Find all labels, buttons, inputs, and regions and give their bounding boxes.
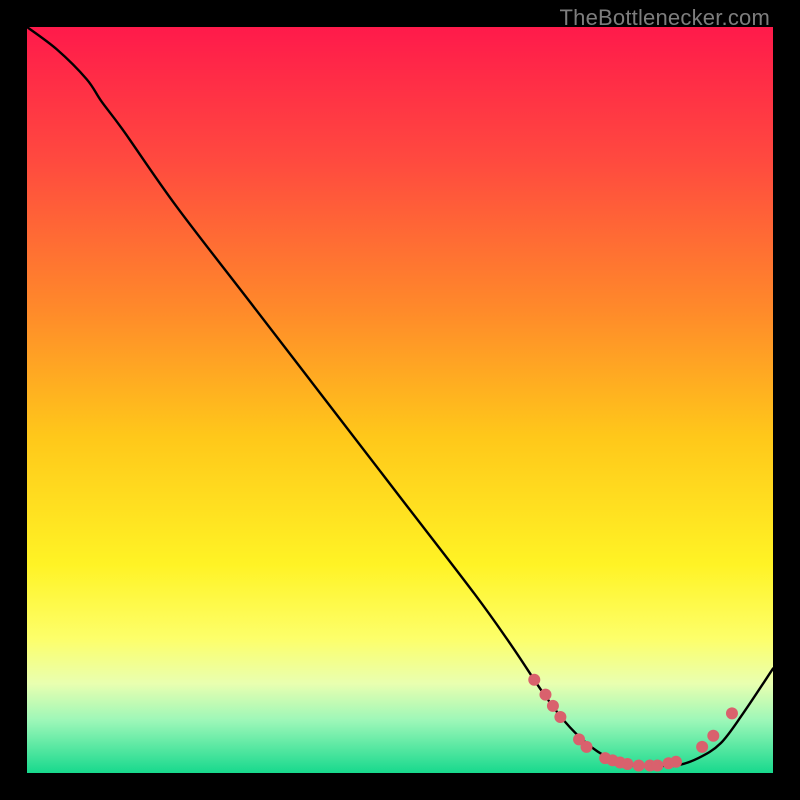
plot-area — [27, 27, 773, 773]
highlight-point — [707, 730, 719, 742]
highlight-point — [581, 741, 593, 753]
highlight-point — [726, 707, 738, 719]
watermark-text: TheBottlenecker.com — [560, 5, 770, 31]
highlight-points — [528, 674, 738, 772]
bottleneck-curve — [27, 27, 773, 766]
highlight-point — [622, 758, 634, 770]
highlight-point — [651, 760, 663, 772]
highlight-point — [633, 760, 645, 772]
chart-stage: TheBottlenecker.com — [0, 0, 800, 800]
highlight-point — [528, 674, 540, 686]
highlight-point — [539, 689, 551, 701]
highlight-point — [547, 700, 559, 712]
highlight-point — [696, 741, 708, 753]
curve-layer — [27, 27, 773, 773]
highlight-point — [554, 711, 566, 723]
highlight-point — [670, 756, 682, 768]
